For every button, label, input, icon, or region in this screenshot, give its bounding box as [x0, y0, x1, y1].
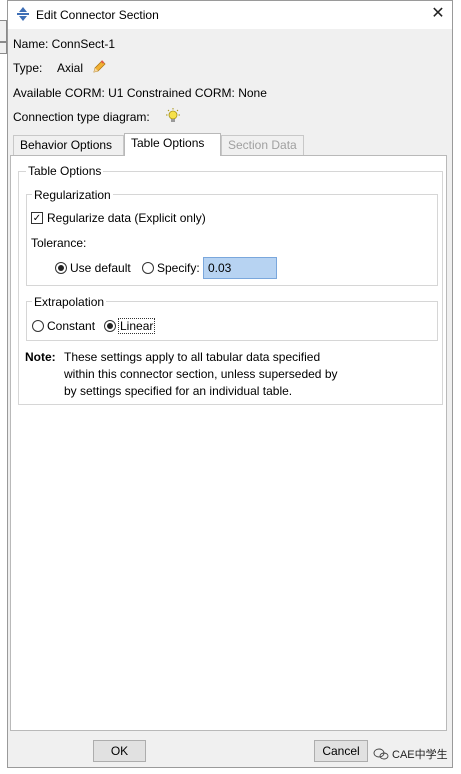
table-options-title: Table Options: [26, 164, 104, 178]
section-name: Name: ConnSect-1: [13, 37, 116, 51]
connector-icon: [17, 7, 29, 21]
regularize-checkbox[interactable]: ✓: [31, 212, 43, 224]
constant-radio[interactable]: [32, 320, 44, 332]
regularization-title: Regularization: [32, 188, 113, 202]
specify-input[interactable]: 0.03: [203, 257, 277, 279]
use-default-label: Use default: [70, 261, 131, 275]
tab-table-options[interactable]: Table Options: [124, 133, 221, 156]
regularize-label: Regularize data (Explicit only): [47, 211, 206, 225]
lightbulb-icon[interactable]: [164, 107, 182, 125]
cancel-button[interactable]: Cancel: [314, 740, 368, 762]
background-window-edge: [0, 20, 7, 42]
note-label: Note:: [25, 350, 56, 364]
type-label: Type:: [13, 61, 43, 75]
linear-radio[interactable]: [104, 320, 116, 332]
watermark-text: CAE中学生: [392, 749, 448, 761]
background-window-edge-lower: [0, 42, 7, 54]
pencil-icon[interactable]: [91, 59, 107, 75]
diagram-label: Connection type diagram:: [13, 110, 150, 124]
note-line-3: by settings specified for an individual …: [64, 384, 293, 398]
note-line-2: within this connector section, unless su…: [64, 367, 338, 381]
extrapolation-title: Extrapolation: [32, 295, 107, 309]
tab-behavior-options[interactable]: Behavior Options: [13, 135, 124, 155]
tab-bar: Behavior Options Table Options Section D…: [13, 133, 445, 156]
linear-label: Linear: [118, 318, 156, 334]
corm-info: Available CORM: U1 Constrained CORM: Non…: [13, 86, 267, 100]
specify-radio[interactable]: [142, 262, 154, 274]
ok-button[interactable]: OK: [93, 740, 146, 762]
close-icon[interactable]: ✕: [428, 4, 448, 24]
specify-label: Specify:: [157, 261, 200, 275]
constant-label: Constant: [47, 319, 96, 333]
tolerance-label: Tolerance:: [31, 236, 87, 250]
note-line-1: These settings apply to all tabular data…: [64, 350, 321, 364]
tab-section-data: Section Data: [221, 135, 304, 155]
use-default-radio[interactable]: [55, 262, 67, 274]
dialog-title: Edit Connector Section: [36, 8, 159, 22]
wechat-icon: [373, 748, 389, 760]
type-value: Axial: [57, 61, 84, 75]
note-text: These settings apply to all tabular data…: [64, 349, 338, 400]
